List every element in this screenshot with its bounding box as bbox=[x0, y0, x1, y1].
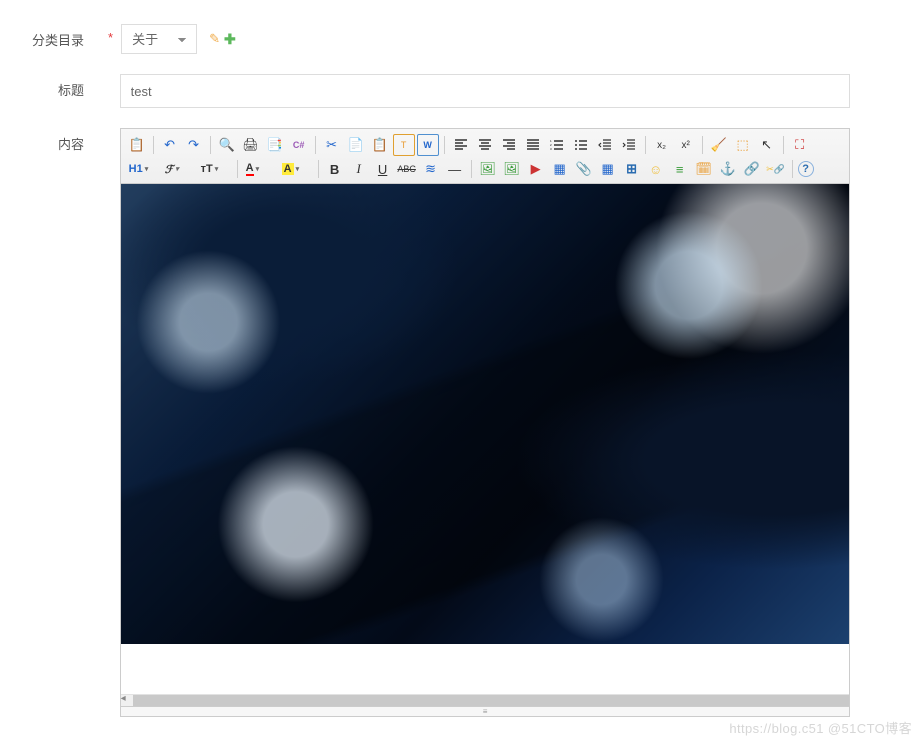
media-icon[interactable]: ▦ bbox=[549, 158, 571, 180]
unlink-icon[interactable]: ✂🔗 bbox=[765, 158, 787, 180]
superscript-icon[interactable]: x² bbox=[675, 134, 697, 156]
heading-dropdown[interactable]: H1▾ bbox=[126, 158, 160, 180]
align-left-icon[interactable] bbox=[450, 134, 472, 156]
special-char-icon[interactable]: ≡ bbox=[669, 158, 691, 180]
spacer bbox=[108, 128, 112, 149]
code-icon[interactable]: C# bbox=[288, 134, 310, 156]
undo-icon[interactable]: ↶ bbox=[159, 134, 181, 156]
anchor-icon[interactable]: ⚓ bbox=[717, 158, 739, 180]
unordered-list-icon[interactable] bbox=[570, 134, 592, 156]
svg-text:3: 3 bbox=[550, 147, 552, 151]
separator bbox=[210, 136, 211, 154]
plus-icon[interactable]: ✚ bbox=[224, 31, 236, 48]
separator bbox=[318, 160, 319, 178]
cut-icon[interactable]: ✂ bbox=[321, 134, 343, 156]
font-size-dropdown[interactable]: тT▾ bbox=[198, 158, 232, 180]
template-icon[interactable]: 📑 bbox=[264, 134, 286, 156]
spacer bbox=[108, 74, 112, 95]
horizontal-scrollbar[interactable] bbox=[121, 694, 849, 706]
separator bbox=[315, 136, 316, 154]
select-all-icon[interactable]: ⬚ bbox=[732, 134, 754, 156]
content-label: 内容 bbox=[8, 128, 98, 153]
link-icon[interactable]: 🔗 bbox=[741, 158, 763, 180]
redo-icon[interactable]: ↷ bbox=[183, 134, 205, 156]
category-label: 分类目录 bbox=[8, 24, 98, 49]
ordered-list-icon[interactable]: 123 bbox=[546, 134, 568, 156]
resize-handle[interactable]: ≡ bbox=[121, 706, 849, 716]
separator bbox=[792, 160, 793, 178]
title-input[interactable] bbox=[120, 74, 850, 108]
clear-format-icon[interactable]: 🧹 bbox=[708, 134, 730, 156]
italic-icon[interactable]: I bbox=[348, 158, 370, 180]
table-icon[interactable]: ▦ bbox=[597, 158, 619, 180]
source-icon[interactable]: 📋 bbox=[126, 134, 148, 156]
preview-icon[interactable]: 🔍 bbox=[216, 134, 238, 156]
cursor-icon[interactable]: ↖ bbox=[756, 134, 778, 156]
separator bbox=[702, 136, 703, 154]
font-color-dropdown[interactable]: A▾ bbox=[243, 158, 277, 180]
pagebreak-icon[interactable]: 🗓 bbox=[693, 158, 715, 180]
subscript-icon[interactable]: x₂ bbox=[651, 134, 673, 156]
copy-icon[interactable]: 📄 bbox=[345, 134, 367, 156]
watermark-text: https://blog.c51 @51CTO博客 bbox=[729, 718, 912, 737]
paste-text-icon[interactable]: T bbox=[393, 134, 415, 156]
separator bbox=[444, 136, 445, 154]
help-icon[interactable]: ? bbox=[798, 161, 814, 177]
bold-icon[interactable]: B bbox=[324, 158, 346, 180]
fullscreen-icon[interactable]: ⛶ bbox=[789, 134, 811, 156]
back-color-dropdown[interactable]: A▾ bbox=[279, 158, 313, 180]
pencil-icon[interactable]: ✎ bbox=[209, 31, 220, 47]
editor-toolbar: 📋 ↶ ↷ 🔍 🖨 📑 C# ✂ 📄 📋 T W bbox=[121, 129, 849, 184]
line-icon[interactable]: ≋ bbox=[420, 158, 442, 180]
separator bbox=[645, 136, 646, 154]
content-image[interactable] bbox=[121, 184, 849, 644]
strike-icon[interactable]: ABC bbox=[396, 158, 418, 180]
paste-icon[interactable]: 📋 bbox=[369, 134, 391, 156]
title-label: 标题 bbox=[8, 74, 98, 99]
required-mark: * bbox=[108, 24, 113, 45]
separator bbox=[471, 160, 472, 178]
emoji-icon[interactable]: ☺ bbox=[645, 158, 667, 180]
rich-text-editor: 📋 ↶ ↷ 🔍 🖨 📑 C# ✂ 📄 📋 T W bbox=[120, 128, 850, 717]
underline-icon[interactable]: U bbox=[372, 158, 394, 180]
editor-content-area[interactable] bbox=[121, 184, 849, 694]
separator bbox=[153, 136, 154, 154]
print-icon[interactable]: 🖨 bbox=[240, 134, 262, 156]
baidu-map-icon[interactable]: ⊞ bbox=[621, 158, 643, 180]
indent-icon[interactable] bbox=[618, 134, 640, 156]
outdent-icon[interactable] bbox=[594, 134, 616, 156]
image-icon[interactable]: 🖼 bbox=[477, 158, 499, 180]
hr-icon[interactable]: — bbox=[444, 158, 466, 180]
align-right-icon[interactable] bbox=[498, 134, 520, 156]
category-select[interactable]: 关于 bbox=[121, 24, 197, 54]
align-center-icon[interactable] bbox=[474, 134, 496, 156]
font-family-dropdown[interactable]: ℱ▾ bbox=[162, 158, 196, 180]
separator bbox=[237, 160, 238, 178]
multi-image-icon[interactable]: 🖼 bbox=[501, 158, 523, 180]
separator bbox=[783, 136, 784, 154]
attachment-icon[interactable]: 📎 bbox=[573, 158, 595, 180]
flash-icon[interactable]: ▶ bbox=[525, 158, 547, 180]
align-justify-icon[interactable] bbox=[522, 134, 544, 156]
paste-word-icon[interactable]: W bbox=[417, 134, 439, 156]
